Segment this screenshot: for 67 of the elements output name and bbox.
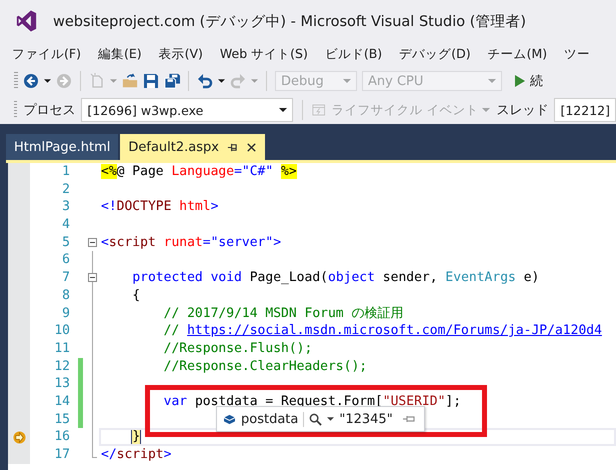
line-number: 2 <box>61 180 70 198</box>
menu-item[interactable]: チーム(M) <box>488 46 548 62</box>
variable-name: postdata <box>241 412 304 426</box>
line-number: 8 <box>61 286 70 304</box>
thread-dropdown[interactable]: [12212] <box>554 98 616 122</box>
comment-link[interactable]: https://social.msdn.microsoft.com/Forums/ja-JP/a120d4 <box>187 323 602 338</box>
line-number: 7 <box>61 269 70 287</box>
line-number: 1 <box>61 163 70 181</box>
line-number: 6 <box>61 251 70 270</box>
line-number: 4 <box>61 216 70 234</box>
menu-item[interactable]: デバッグ(D) <box>399 46 471 62</box>
document-tab[interactable]: Default2.aspx <box>120 134 265 160</box>
dropdown-arrow-icon <box>279 108 288 112</box>
line-number: 13 <box>53 375 70 393</box>
line-number: 10 <box>53 322 70 340</box>
code-line: //Response.Flush(); <box>162 340 312 356</box>
line-number: 16 <box>53 428 70 446</box>
save-all-icon[interactable] <box>164 73 180 89</box>
app-logo-icon <box>16 9 37 33</box>
code-line: <script runat="server"> <box>101 234 282 250</box>
menu-item[interactable]: Web サイト(S) <box>220 46 308 62</box>
caret-icon[interactable] <box>327 417 334 421</box>
collapse-icon[interactable] <box>88 238 97 248</box>
code-line: // 2017/9/14 MSDN Forum の検証用 <box>162 306 404 320</box>
line-number: 15 <box>53 410 70 428</box>
code-line: // https://social.msdn.microsoft.com/Forums/ja-JP/a120d4 <box>162 323 602 338</box>
close-icon[interactable] <box>246 142 257 152</box>
current-statement-icon <box>12 430 26 444</box>
process-label: プロセス <box>23 102 76 119</box>
search-icon[interactable] <box>309 412 322 426</box>
caret-icon[interactable] <box>44 79 51 83</box>
dropdown-arrow-icon <box>343 79 351 83</box>
collapse-icon[interactable] <box>88 273 97 282</box>
code-line: </script> <box>101 447 172 462</box>
menu-item[interactable]: 編集(E) <box>98 46 142 62</box>
caret-icon[interactable] <box>218 79 225 83</box>
line-number: 11 <box>53 340 70 358</box>
line-number: 3 <box>61 198 70 216</box>
dropdown-arrow-icon <box>482 108 490 112</box>
code-line: { <box>131 288 140 303</box>
pin-icon[interactable] <box>226 142 238 152</box>
menu-item[interactable]: ファイル(F) <box>12 46 81 62</box>
code-line: protected void Page_Load(object sender, EventArgs e) <box>131 270 540 286</box>
document-tab[interactable]: HtmlPage.html <box>6 134 118 160</box>
code-line: <!DOCTYPE html> <box>101 199 218 214</box>
process-dropdown[interactable]: [12696] w3wp.exe <box>81 98 294 122</box>
folder-icon[interactable] <box>122 73 138 89</box>
code-line: var postdata = Request.Form["USERID"]; <box>162 394 462 409</box>
thread-label: スレッド <box>496 102 548 119</box>
variable-icon <box>223 414 236 424</box>
line-number: 14 <box>53 392 70 411</box>
line-number: 9 <box>61 304 70 322</box>
back-icon[interactable] <box>23 73 39 89</box>
code-line: //Response.ClearHeaders(); <box>162 358 368 374</box>
menu-item[interactable]: 表示(V) <box>158 46 203 62</box>
save-icon[interactable] <box>143 73 159 89</box>
play-icon[interactable] <box>515 75 525 87</box>
menu-item[interactable]: ビルド(B) <box>324 46 382 62</box>
line-number: 17 <box>53 446 70 464</box>
window-title: websiteproject.com (デバッグ中) - Microsoft Visual Studio (管理者) <box>53 12 526 30</box>
line-number: 5 <box>61 234 70 252</box>
dropdown-arrow-icon <box>488 79 496 83</box>
line-number: 12 <box>53 358 70 376</box>
variable-value: "12345" <box>339 412 393 426</box>
menu-item[interactable]: ツー <box>564 46 590 62</box>
continue-button[interactable]: 続 <box>530 72 543 90</box>
undo-icon[interactable] <box>197 73 213 89</box>
